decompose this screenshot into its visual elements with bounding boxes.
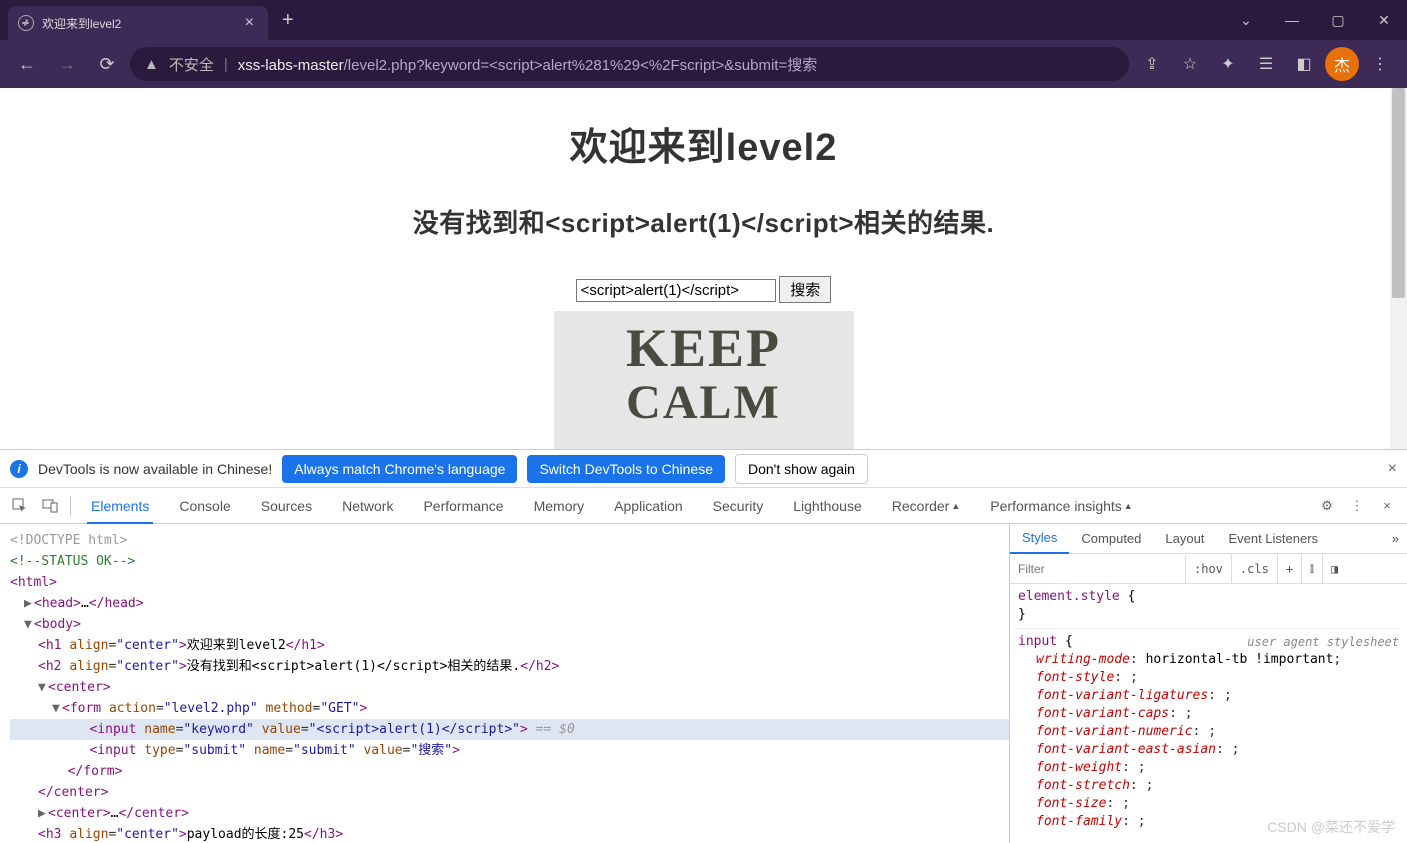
minimize-button[interactable]: ― [1269, 0, 1315, 40]
tab-memory[interactable]: Memory [520, 488, 599, 524]
divider [70, 496, 71, 516]
more-tabs-icon[interactable]: » [1384, 524, 1407, 554]
separator: | [224, 56, 228, 73]
search-form [0, 276, 1407, 303]
new-tab-button[interactable]: + [268, 9, 308, 32]
browser-tab[interactable]: 欢迎来到level2 × [8, 6, 268, 40]
tab-sources[interactable]: Sources [247, 488, 326, 524]
star-icon[interactable]: ☆ [1173, 47, 1207, 81]
infobar-close-icon[interactable]: × [1388, 460, 1397, 478]
address-bar[interactable]: ▲ 不安全 | xss-labs-master/level2.php?keywo… [130, 47, 1129, 81]
hov-button[interactable]: :hov [1186, 554, 1232, 584]
styles-rules[interactable]: element.style { } user agent stylesheet … [1010, 584, 1407, 843]
tab-styles[interactable]: Styles [1010, 524, 1069, 554]
kebab-icon[interactable]: ⋮ [1343, 492, 1371, 520]
side-panel-icon[interactable]: ◧ [1287, 47, 1321, 81]
tab-computed[interactable]: Computed [1069, 524, 1153, 554]
switch-chinese-button[interactable]: Switch DevTools to Chinese [527, 455, 725, 483]
tab-perf-insights[interactable]: Performance insights▲ [976, 488, 1146, 524]
new-style-button[interactable]: + [1278, 554, 1302, 584]
styles-sidebar: Styles Computed Layout Event Listeners »… [1009, 524, 1407, 843]
forward-button[interactable]: → [50, 47, 84, 81]
share-icon[interactable]: ⇪ [1135, 47, 1169, 81]
keep-calm-image: KEEP CALM [554, 311, 854, 449]
sidebar-toggle-icon[interactable]: ◨ [1323, 554, 1346, 584]
page-h2: 没有找到和<script>alert(1)</script>相关的结果. [0, 203, 1407, 240]
window-controls: ⌄ ― ▢ ✕ [1223, 0, 1407, 40]
tab-elements[interactable]: Elements [77, 488, 163, 524]
page-scrollbar[interactable] [1390, 88, 1407, 449]
tab-recorder[interactable]: Recorder▲ [878, 488, 975, 524]
devtools-close-icon[interactable]: × [1373, 492, 1401, 520]
devtools-infobar: i DevTools is now available in Chinese! … [0, 450, 1407, 488]
tab-console[interactable]: Console [165, 488, 244, 524]
extensions-icon[interactable]: ✦ [1211, 47, 1245, 81]
cls-button[interactable]: .cls [1232, 554, 1278, 584]
gear-icon[interactable]: ⚙ [1313, 492, 1341, 520]
tab-event-listeners[interactable]: Event Listeners [1216, 524, 1330, 554]
tab-security[interactable]: Security [699, 488, 778, 524]
page-content: 欢迎来到level2 没有找到和<script>alert(1)</script… [0, 88, 1407, 449]
devtools-panel: i DevTools is now available in Chinese! … [0, 449, 1407, 843]
computed-toggle-icon[interactable]: ⫾ [1302, 554, 1323, 584]
tab-performance[interactable]: Performance [409, 488, 517, 524]
tab-layout[interactable]: Layout [1153, 524, 1216, 554]
styles-filter-bar: :hov .cls + ⫾ ◨ [1010, 554, 1407, 584]
keyword-input[interactable] [576, 279, 776, 302]
tab-application[interactable]: Application [600, 488, 697, 524]
tab-network[interactable]: Network [328, 488, 407, 524]
selected-dom-node: ⋯ <input name="keyword" value="<script>a… [10, 719, 1009, 740]
reading-list-icon[interactable]: ☰ [1249, 47, 1283, 81]
window-titlebar: 欢迎来到level2 × + ⌄ ― ▢ ✕ [0, 0, 1407, 40]
elements-dom-tree[interactable]: <!DOCTYPE html> <!--STATUS OK--> <html> … [0, 524, 1009, 843]
browser-toolbar: ← → ⟳ ▲ 不安全 | xss-labs-master/level2.php… [0, 40, 1407, 88]
url-text: xss-labs-master/level2.php?keyword=<scri… [238, 54, 817, 75]
inspect-icon[interactable] [6, 492, 34, 520]
tab-title: 欢迎来到level2 [42, 15, 121, 32]
reload-button[interactable]: ⟳ [90, 47, 124, 81]
styles-tabs: Styles Computed Layout Event Listeners » [1010, 524, 1407, 554]
infobar-message: DevTools is now available in Chinese! [38, 461, 272, 477]
search-submit-button[interactable] [779, 276, 831, 303]
maximize-button[interactable]: ▢ [1315, 0, 1361, 40]
devtools-tabs: Elements Console Sources Network Perform… [0, 488, 1407, 524]
insecure-label: 不安全 [169, 54, 214, 75]
globe-icon [18, 15, 34, 31]
always-match-button[interactable]: Always match Chrome's language [282, 455, 517, 483]
chevron-down-icon[interactable]: ⌄ [1223, 0, 1269, 40]
dont-show-button[interactable]: Don't show again [735, 454, 868, 484]
toolbar-right: ⇪ ☆ ✦ ☰ ◧ 杰 ⋮ [1135, 47, 1397, 81]
device-toggle-icon[interactable] [36, 492, 64, 520]
back-button[interactable]: ← [10, 47, 44, 81]
close-tab-icon[interactable]: × [241, 14, 258, 32]
info-icon: i [10, 460, 28, 478]
poster-line2: CALM [626, 375, 781, 430]
close-window-button[interactable]: ✕ [1361, 0, 1407, 40]
profile-avatar[interactable]: 杰 [1325, 47, 1359, 81]
page-h1: 欢迎来到level2 [0, 116, 1407, 171]
poster-line1: KEEP [626, 317, 781, 379]
kebab-menu-icon[interactable]: ⋮ [1363, 47, 1397, 81]
styles-filter-input[interactable] [1010, 555, 1186, 583]
warning-icon: ▲ [144, 56, 159, 73]
tab-lighthouse[interactable]: Lighthouse [779, 488, 876, 524]
